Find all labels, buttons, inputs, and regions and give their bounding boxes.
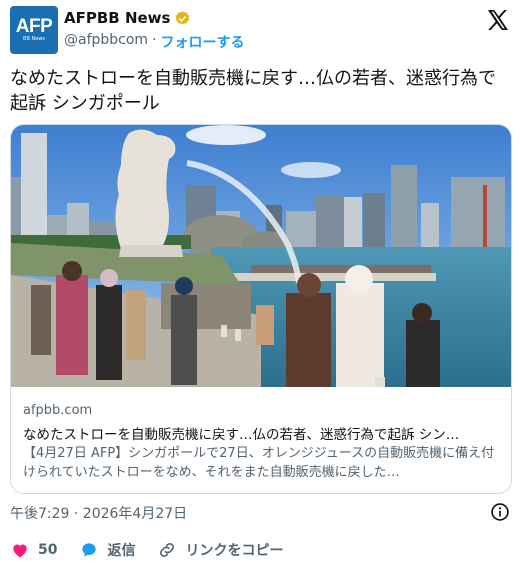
- verified-badge-icon: [176, 10, 190, 25]
- avatar[interactable]: AFP BB News: [10, 6, 58, 54]
- reply-button[interactable]: 返信: [79, 540, 135, 560]
- link-card[interactable]: afpbb.com なめたストローを自動販売機に戻す…仏の若者、迷惑行為で起訴 …: [10, 124, 512, 494]
- reply-bubble-icon: [82, 543, 97, 557]
- card-image[interactable]: [11, 125, 511, 387]
- like-count: 50: [38, 542, 58, 558]
- x-logo-icon[interactable]: [486, 8, 510, 32]
- card-title[interactable]: なめたストローを自動販売機に戻す…仏の若者、迷惑行為で起訴 シン…: [23, 423, 501, 443]
- copy-link-button[interactable]: リンクをコピー: [157, 540, 283, 560]
- avatar-logo-text: AFP: [15, 16, 53, 37]
- timestamp[interactable]: 午後7:29 · 2026年4月27日: [10, 503, 187, 523]
- info-icon[interactable]: [490, 502, 510, 522]
- display-name[interactable]: AFPBB News: [64, 9, 170, 27]
- separator-dot: ·: [152, 32, 157, 48]
- reply-label: 返信: [107, 543, 136, 559]
- tweet-text: なめたストローを自動販売機に戻す…仏の若者、迷惑行為で起訴 シンガポール: [10, 68, 496, 114]
- author-name-row: AFPBB News: [64, 9, 191, 27]
- card-domain: afpbb.com: [23, 403, 93, 418]
- copy-link-label: リンクをコピー: [185, 543, 284, 559]
- handle-row: @afpbbcom · フォローする: [64, 32, 245, 52]
- handle[interactable]: @afpbbcom: [64, 32, 148, 52]
- link-icon: [160, 543, 175, 557]
- like-button[interactable]: 50: [10, 540, 57, 560]
- follow-button[interactable]: フォローする: [161, 32, 245, 52]
- card-description: 【4月27日 AFP】シンガポールで27日、オレンジジュースの自動販売機に備え付…: [23, 446, 495, 480]
- avatar-logo-subtext: BB News: [23, 36, 45, 42]
- action-bar: 50 返信 リンクをコピー: [10, 540, 305, 560]
- heart-icon: [13, 544, 27, 558]
